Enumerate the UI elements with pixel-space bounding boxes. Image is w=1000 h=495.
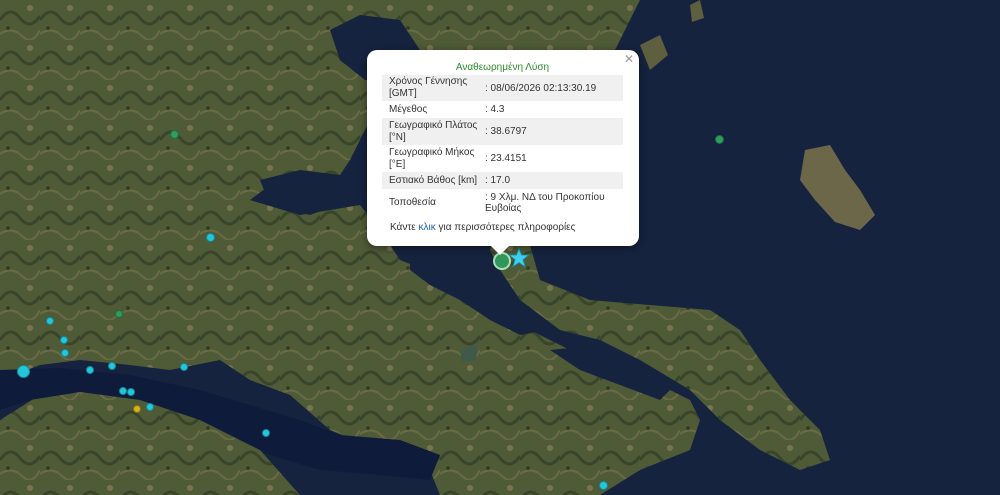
row-label: Γεωγραφικό Μήκος [°E] <box>389 146 475 170</box>
event-info-popup: ✕ Αναθεωρημένη Λύση Χρόνος Γέννησης [GMT… <box>367 50 639 255</box>
more-info-suffix: για περισσότερες πληροφορίες <box>435 222 576 233</box>
row-label: Μέγεθος <box>389 103 428 115</box>
earthquake-marker[interactable] <box>206 233 215 242</box>
row-label: Γεωγραφικό Πλάτος [°N] <box>389 119 478 143</box>
row-value: : 4.3 <box>485 104 505 115</box>
info-row: Χρόνος Γέννησης [GMT] : 08/06/2026 02:13… <box>382 75 623 101</box>
info-row: Μέγεθος : 4.3 <box>382 101 623 118</box>
row-label: Χρόνος Γέννησης [GMT] <box>389 76 468 99</box>
more-info-link[interactable]: κλικ <box>419 222 436 233</box>
earthquake-marker[interactable] <box>115 310 123 318</box>
earthquake-marker[interactable] <box>599 481 608 490</box>
earthquake-marker[interactable] <box>170 130 179 139</box>
info-row: Εστιακό Βάθος [km] : 17.0 <box>382 172 623 189</box>
earthquake-marker[interactable] <box>61 349 69 357</box>
row-label: Εστιακό Βάθος [km] <box>389 174 478 186</box>
row-value: : 9 Χλμ. ΝΔ του Προκοπίου Ευβοίας <box>485 191 605 214</box>
row-value: : 38.6797 <box>485 126 527 137</box>
more-info-text: Κάντε κλικ για περισσότερες πληροφορίες <box>390 222 575 233</box>
earthquake-marker[interactable] <box>86 366 94 374</box>
row-value: : 08/06/2026 02:13:30.19 <box>485 82 597 94</box>
earthquake-marker[interactable] <box>108 362 116 370</box>
earthquake-marker[interactable] <box>46 317 54 325</box>
row-value: : 17.0 <box>485 175 511 186</box>
info-row: Γεωγραφικό Μήκος [°E] : 23.4151 <box>382 145 623 172</box>
earthquake-marker[interactable] <box>60 336 68 344</box>
earthquake-marker[interactable] <box>180 363 188 371</box>
info-row: Γεωγραφικό Πλάτος [°N] : 38.6797 <box>382 118 623 145</box>
earthquake-marker[interactable] <box>146 403 154 411</box>
more-info-prefix: Κάντε <box>390 222 419 233</box>
star-icon[interactable] <box>508 247 530 269</box>
earthquake-marker[interactable] <box>119 387 127 395</box>
row-label: Τοποθεσία <box>389 196 436 208</box>
earthquake-marker[interactable] <box>17 365 30 378</box>
row-value: : 23.4151 <box>485 153 527 164</box>
earthquake-marker[interactable] <box>133 405 141 413</box>
info-table: Χρόνος Γέννησης [GMT] : 08/06/2026 02:13… <box>382 75 623 216</box>
earthquake-marker[interactable] <box>127 388 135 396</box>
earthquake-marker[interactable] <box>262 429 270 437</box>
close-icon[interactable]: ✕ <box>624 52 634 66</box>
popup-title: Αναθεωρημένη Λύση <box>455 62 550 73</box>
info-row: Τοποθεσία : 9 Χλμ. ΝΔ του Προκοπίου Ευβο… <box>382 189 623 216</box>
earthquake-marker[interactable] <box>715 135 724 144</box>
